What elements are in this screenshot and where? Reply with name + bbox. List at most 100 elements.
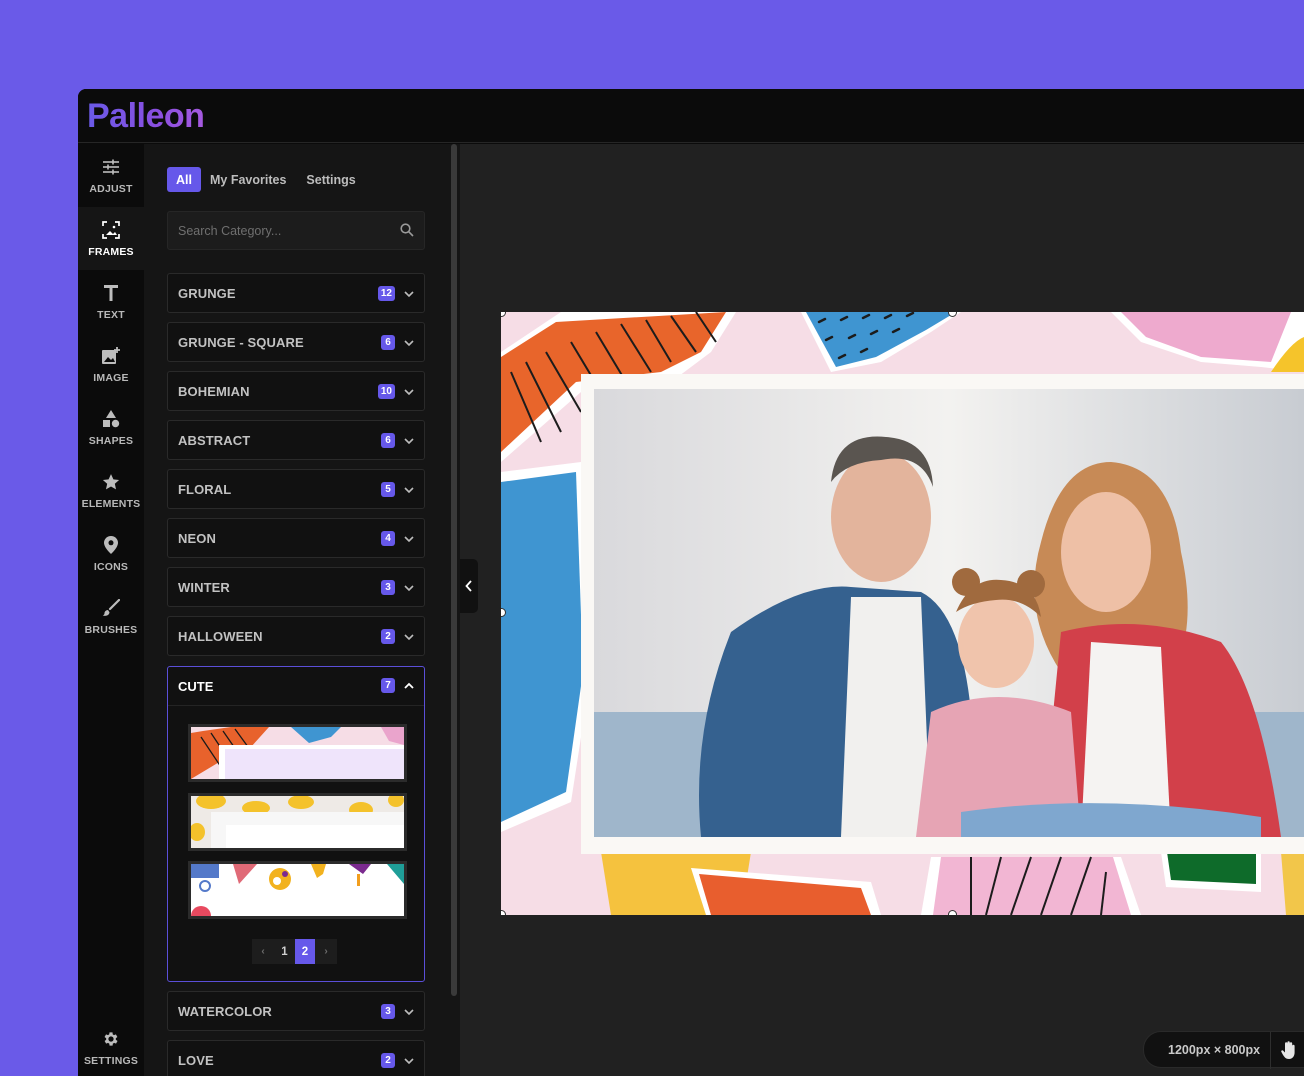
frame-thumbnail-art bbox=[191, 864, 404, 916]
category-name: WINTER bbox=[178, 580, 230, 595]
category-name: FLORAL bbox=[178, 482, 232, 497]
category-halloween[interactable]: HALLOWEEN 2 bbox=[167, 616, 425, 656]
top-bar: Palleon bbox=[78, 89, 1304, 143]
gear-icon bbox=[101, 1029, 121, 1049]
search-input[interactable] bbox=[168, 212, 393, 249]
category-name: NEON bbox=[178, 531, 216, 546]
nav-label: FRAMES bbox=[88, 245, 134, 258]
canvas-size: 1200px × 800px bbox=[1168, 1043, 1261, 1057]
category-name: ABSTRACT bbox=[178, 433, 251, 448]
search-box bbox=[167, 211, 425, 250]
count-badge: 7 bbox=[381, 678, 395, 693]
category-grunge[interactable]: GRUNGE 12 bbox=[167, 273, 425, 313]
count-badge: 5 bbox=[381, 482, 395, 497]
resize-handle-bottom-center[interactable] bbox=[948, 910, 957, 915]
frames-panel: All My Favorites Settings GRUNGE 12 GRUN… bbox=[144, 144, 448, 1076]
count-badge: 10 bbox=[377, 384, 395, 399]
chevron-down-icon bbox=[404, 1009, 414, 1016]
category-bohemian[interactable]: BOHEMIAN 10 bbox=[167, 371, 425, 411]
nav-label: BRUSHES bbox=[84, 623, 138, 636]
brush-icon bbox=[101, 598, 121, 618]
category-love[interactable]: LOVE 2 bbox=[167, 1040, 425, 1076]
app-window: Palleon ADJUST FRAMES TEXT IMAGE SHAPES … bbox=[78, 89, 1304, 1076]
nav-item-shapes[interactable]: SHAPES bbox=[78, 396, 144, 459]
nav-label: SHAPES bbox=[88, 434, 134, 447]
nav-label: ADJUST bbox=[89, 182, 133, 195]
hand-tool-icon[interactable] bbox=[1281, 1041, 1299, 1059]
sliders-icon bbox=[101, 157, 121, 177]
tab-settings[interactable]: Settings bbox=[297, 167, 364, 192]
tab-my-favorites[interactable]: My Favorites bbox=[201, 167, 295, 192]
category-cute-header[interactable]: CUTE 7 bbox=[168, 667, 424, 706]
nav-label: IMAGE bbox=[93, 371, 129, 384]
workspace: 1200px × 800px bbox=[460, 144, 1304, 1076]
chevron-down-icon bbox=[404, 487, 414, 494]
count-badge: 2 bbox=[381, 629, 395, 644]
category-name: LOVE bbox=[178, 1053, 214, 1068]
panel-tabs: All My Favorites Settings bbox=[167, 167, 367, 192]
panel-scrollbar[interactable] bbox=[451, 144, 457, 996]
count-badge: 2 bbox=[381, 1053, 395, 1068]
status-bar: 1200px × 800px bbox=[1143, 1031, 1304, 1069]
count-badge: 12 bbox=[377, 286, 395, 301]
nav-item-frames[interactable]: FRAMES bbox=[78, 207, 144, 270]
frame-thumbnail-collage[interactable] bbox=[188, 724, 407, 782]
add-image-icon bbox=[101, 346, 121, 366]
sidebar-nav: ADJUST FRAMES TEXT IMAGE SHAPES ELEMENTS… bbox=[78, 144, 144, 1076]
category-name: WATERCOLOR bbox=[178, 1004, 272, 1019]
chevron-down-icon bbox=[404, 438, 414, 445]
chevron-down-icon bbox=[404, 340, 414, 347]
nav-item-adjust[interactable]: ADJUST bbox=[78, 144, 144, 207]
category-floral[interactable]: FLORAL 5 bbox=[167, 469, 425, 509]
chevron-up-icon bbox=[404, 682, 414, 689]
image-canvas[interactable] bbox=[501, 312, 1304, 915]
nav-label: TEXT bbox=[97, 308, 125, 321]
nav-label: ELEMENTS bbox=[81, 497, 141, 510]
category-name: HALLOWEEN bbox=[178, 629, 263, 644]
pagination-prev[interactable]: ‹ bbox=[252, 939, 274, 964]
nav-label: ICONS bbox=[93, 560, 129, 573]
logo[interactable]: Palleon bbox=[87, 97, 205, 136]
frame-artwork bbox=[501, 312, 1304, 915]
chevron-down-icon bbox=[404, 291, 414, 298]
category-name: CUTE bbox=[178, 679, 214, 694]
count-badge: 3 bbox=[381, 1004, 395, 1019]
text-icon bbox=[101, 283, 121, 303]
pagination-page-1[interactable]: 1 bbox=[274, 939, 295, 964]
frame-thumbnail-art bbox=[191, 796, 404, 848]
chevron-left-icon bbox=[465, 580, 472, 592]
frame-thumbnail-art bbox=[191, 727, 404, 779]
pagination-page-2[interactable]: 2 bbox=[295, 939, 315, 964]
category-abstract[interactable]: ABSTRACT 6 bbox=[167, 420, 425, 460]
chevron-down-icon bbox=[404, 585, 414, 592]
category-name: GRUNGE - SQUARE bbox=[178, 335, 304, 350]
category-watercolor[interactable]: WATERCOLOR 3 bbox=[167, 991, 425, 1031]
nav-item-text[interactable]: TEXT bbox=[78, 270, 144, 333]
category-name: BOHEMIAN bbox=[178, 384, 250, 399]
nav-item-image[interactable]: IMAGE bbox=[78, 333, 144, 396]
pagination-next[interactable]: › bbox=[315, 939, 337, 964]
chevron-down-icon bbox=[404, 536, 414, 543]
category-name: GRUNGE bbox=[178, 286, 236, 301]
category-cute-expanded: CUTE 7 ‹ 1 2 › bbox=[167, 666, 425, 982]
chevron-down-icon bbox=[404, 389, 414, 396]
star-icon bbox=[101, 472, 121, 492]
chevron-down-icon bbox=[404, 1058, 414, 1065]
nav-item-elements[interactable]: ELEMENTS bbox=[78, 459, 144, 522]
count-badge: 4 bbox=[381, 531, 395, 546]
divider bbox=[1270, 1032, 1271, 1069]
nav-item-icons[interactable]: ICONS bbox=[78, 522, 144, 585]
category-grunge-square[interactable]: GRUNGE - SQUARE 6 bbox=[167, 322, 425, 362]
tab-all[interactable]: All bbox=[167, 167, 201, 192]
count-badge: 3 bbox=[381, 580, 395, 595]
pagination: ‹ 1 2 › bbox=[252, 939, 337, 964]
category-winter[interactable]: WINTER 3 bbox=[167, 567, 425, 607]
nav-item-brushes[interactable]: BRUSHES bbox=[78, 585, 144, 648]
collapse-panel-button[interactable] bbox=[460, 559, 478, 613]
frame-thumbnail-party-hats[interactable] bbox=[188, 861, 407, 919]
frame-thumbnail-yellow-leaves[interactable] bbox=[188, 793, 407, 851]
count-badge: 6 bbox=[381, 335, 395, 350]
category-neon[interactable]: NEON 4 bbox=[167, 518, 425, 558]
search-icon[interactable] bbox=[400, 223, 414, 237]
nav-item-settings[interactable]: SETTINGS bbox=[78, 1016, 144, 1076]
